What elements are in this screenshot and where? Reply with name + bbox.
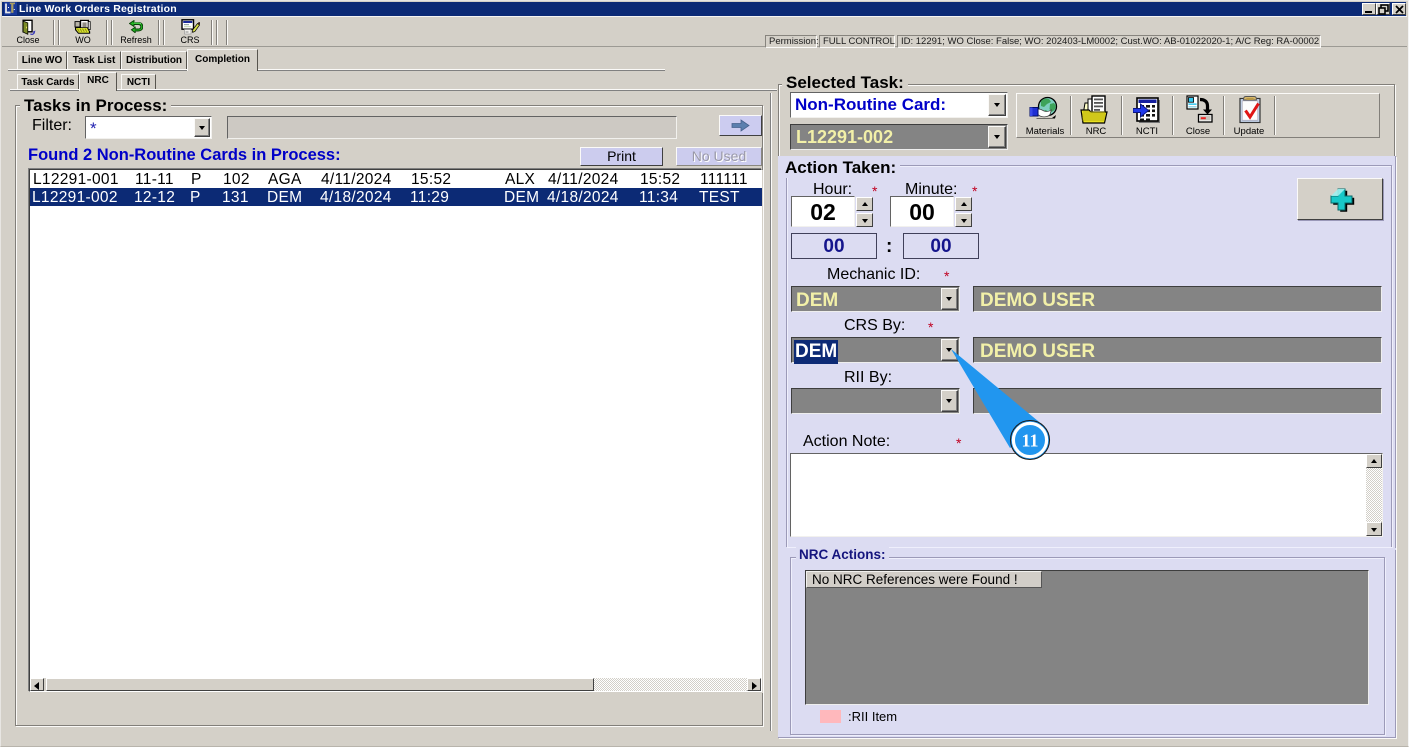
svg-text:11: 11 [1021, 431, 1038, 451]
